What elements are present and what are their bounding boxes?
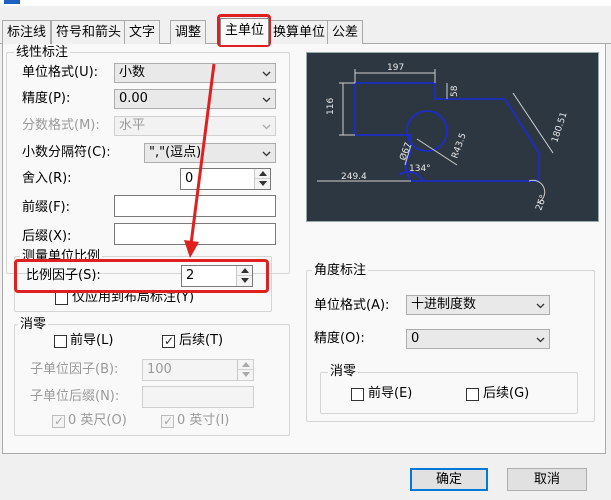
- tab-primary-units[interactable]: 主单位: [220, 18, 270, 45]
- preview-drawing: 197 116 58 180.51 R43.5 Ø67 134° 249.4 2…: [317, 63, 570, 212]
- title-strip: [0, 0, 611, 6]
- zero-feet-label: 0 英尺(O): [68, 413, 127, 428]
- zero-feet-checkbox[interactable]: ✓: [52, 414, 65, 428]
- trailing-zero-label: 后续(T): [179, 333, 224, 348]
- check-icon: ✓: [163, 414, 174, 428]
- tab-fit[interactable]: 调整: [170, 20, 207, 44]
- app-icon: [4, 0, 20, 4]
- spin-down-icon[interactable]: [255, 179, 270, 189]
- preview-dim-label: Ø67: [397, 141, 414, 162]
- subunit-suffix-input[interactable]: [142, 386, 254, 408]
- subunit-factor-spinner[interactable]: 100: [142, 359, 254, 381]
- chevron-down-icon: [262, 95, 271, 104]
- unit-format-select[interactable]: 小数: [114, 63, 276, 83]
- preview-dim-label: R43.5: [450, 132, 468, 160]
- zero-inches-label: 0 英寸(I): [177, 413, 230, 428]
- dimension-preview: 197 116 58 180.51 R43.5 Ø67 134° 249.4 2…: [306, 52, 599, 222]
- suffix-label: 后缀(X):: [22, 229, 72, 244]
- angular-precision-value: 0: [411, 331, 420, 346]
- round-off-label: 舍入(R):: [22, 171, 72, 186]
- check-icon: ✓: [164, 334, 175, 348]
- round-off-spinner[interactable]: 0: [180, 168, 271, 190]
- unit-format-value: 小数: [119, 65, 146, 80]
- angular-unit-format-select[interactable]: 十进制度数: [406, 295, 550, 315]
- scale-factor-highlight-box: [14, 259, 269, 293]
- leading-zero-label: 前导(L): [70, 333, 114, 348]
- decimal-separator-value: ","(逗点): [149, 145, 202, 160]
- chevron-down-icon: [536, 335, 545, 344]
- preview-dim-label: 134°: [409, 164, 431, 174]
- angular-leading-zero-label: 前导(E): [368, 386, 413, 401]
- tab-text[interactable]: 文字: [124, 20, 161, 44]
- tab-symbols-arrows[interactable]: 符号和箭头: [51, 20, 127, 44]
- tab-bar: 标注线 符号和箭头 文字 调整 主单位 换算单位 公差: [0, 18, 611, 45]
- precision-select[interactable]: 0.00: [114, 89, 276, 109]
- preview-labels: 197 116 58 180.51 R43.5 Ø67 134° 249.4 2…: [326, 63, 570, 212]
- fraction-format-label: 分数格式(M):: [22, 118, 100, 133]
- chevron-down-icon: [262, 122, 271, 131]
- subunit-factor-label: 子单位因子(B):: [30, 362, 119, 377]
- spin-up-icon[interactable]: [255, 169, 270, 179]
- preview-dim-label: 180.51: [550, 111, 569, 144]
- precision-label: 精度(P):: [22, 91, 71, 106]
- preview-dim-label: 26°: [534, 194, 549, 212]
- fraction-format-select[interactable]: 水平: [114, 116, 276, 136]
- angular-precision-select[interactable]: 0: [406, 329, 550, 349]
- angular-dimensions-title: 角度标注: [312, 263, 369, 279]
- angular-unit-format-label: 单位格式(A):: [314, 298, 390, 313]
- angular-precision-label: 精度(O):: [314, 331, 365, 346]
- leading-zero-checkbox[interactable]: [54, 335, 67, 348]
- angular-unit-format-value: 十进制度数: [411, 297, 477, 312]
- decimal-separator-label: 小数分隔符(C):: [22, 145, 111, 160]
- zero-inches-checkbox[interactable]: ✓: [161, 414, 174, 428]
- angular-leading-zero-checkbox[interactable]: [351, 388, 364, 401]
- prefix-input[interactable]: [114, 195, 276, 217]
- unit-format-label: 单位格式(U):: [22, 65, 99, 80]
- preview-dim-label: 116: [326, 98, 336, 115]
- preview-dim-label: 197: [387, 63, 404, 73]
- precision-value: 0.00: [119, 91, 148, 106]
- angular-trailing-zero-label: 后续(G): [483, 386, 530, 401]
- check-icon: ✓: [54, 414, 65, 428]
- decimal-separator-select[interactable]: ","(逗点): [144, 143, 276, 163]
- fraction-format-value: 水平: [119, 118, 146, 133]
- tab-dim-lines[interactable]: 标注线: [2, 20, 52, 44]
- chevron-down-icon: [536, 301, 545, 310]
- prefix-label: 前缀(F):: [22, 200, 71, 215]
- angular-trailing-zero-checkbox[interactable]: [466, 388, 479, 401]
- layout-only-checkbox[interactable]: [55, 292, 68, 305]
- tab-alternate-units[interactable]: 换算单位: [268, 20, 331, 44]
- suffix-input[interactable]: [114, 223, 276, 245]
- subunit-factor-value: 100: [147, 362, 172, 377]
- chevron-down-icon: [262, 69, 271, 78]
- zero-suppression-title: 消零: [18, 317, 49, 333]
- tab-tolerances[interactable]: 公差: [327, 20, 364, 44]
- trailing-zero-checkbox[interactable]: ✓: [162, 334, 175, 348]
- preview-dim-label: 249.4: [341, 172, 367, 182]
- angular-zero-suppression-title: 消零: [328, 364, 359, 380]
- linear-dimensions-title: 线性标注: [14, 45, 71, 61]
- round-off-value: 0: [185, 171, 194, 186]
- chevron-down-icon: [262, 149, 271, 158]
- cancel-button[interactable]: 取消: [507, 468, 587, 491]
- spin-down-icon[interactable]: [238, 370, 253, 380]
- spin-up-icon[interactable]: [238, 360, 253, 370]
- subunit-suffix-label: 子单位后缀(N):: [30, 389, 120, 404]
- preview-dim-label: 58: [450, 85, 460, 97]
- ok-button[interactable]: 确定: [410, 468, 488, 491]
